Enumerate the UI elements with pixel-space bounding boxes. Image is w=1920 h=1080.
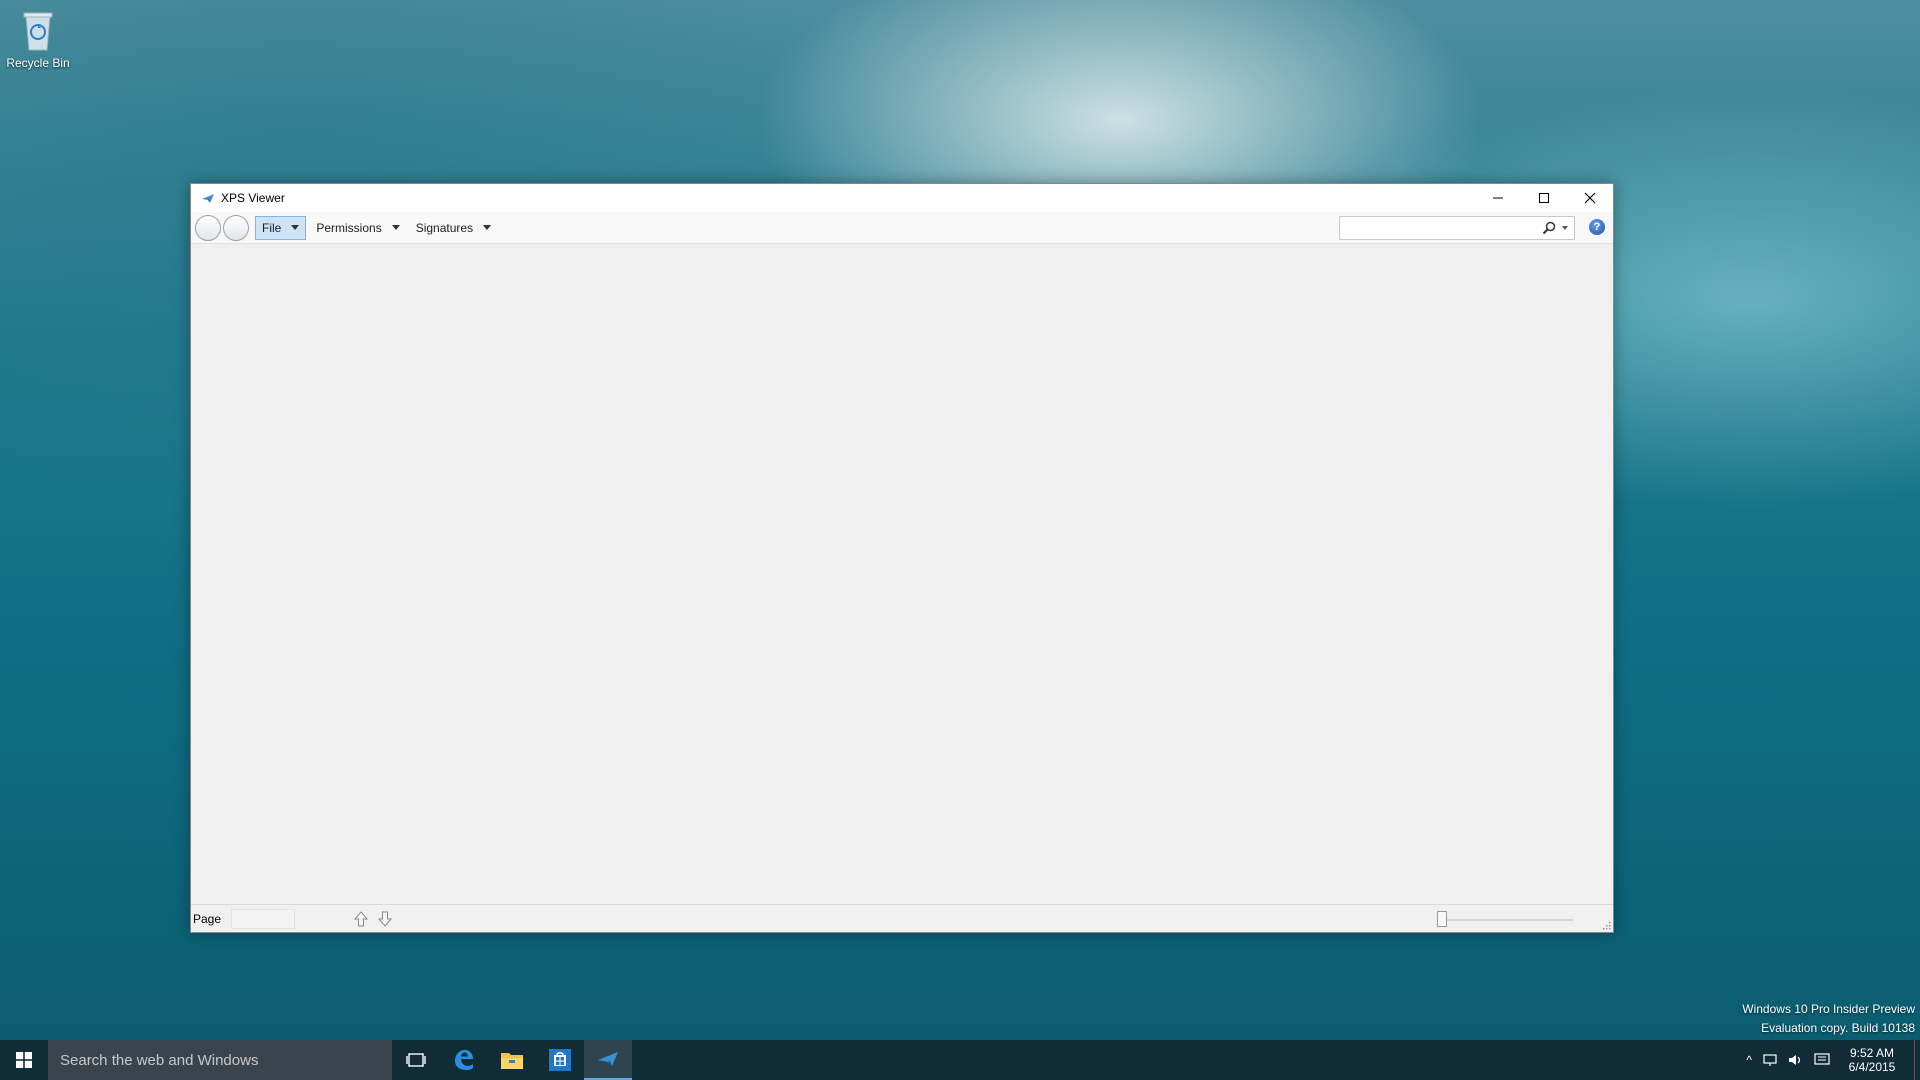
search-box: [1339, 216, 1575, 240]
start-button[interactable]: [0, 1040, 48, 1080]
zoom-slider[interactable]: [1437, 911, 1573, 927]
recycle-bin-icon: [20, 8, 56, 52]
xps-viewer-icon: [202, 194, 214, 203]
watermark-line-1: Windows 10 Pro Insider Preview: [1742, 1002, 1915, 1016]
minimize-button[interactable]: [1475, 184, 1521, 212]
taskbar-edge[interactable]: [440, 1040, 488, 1080]
taskbar-xps-viewer[interactable]: [584, 1040, 632, 1080]
permissions-menu-label: Permissions: [316, 220, 382, 235]
next-page-icon[interactable]: [377, 910, 393, 928]
maximize-button[interactable]: [1521, 184, 1567, 212]
clock-time: 9:52 AM: [1849, 1046, 1895, 1060]
maximize-icon: [1539, 193, 1549, 203]
page-number-field[interactable]: [231, 908, 296, 929]
forward-button[interactable]: [223, 214, 249, 241]
taskbar-search-box[interactable]: Search the web and Windows: [48, 1040, 392, 1080]
chevron-down-icon: [391, 225, 400, 230]
title-bar[interactable]: XPS Viewer: [191, 184, 1613, 212]
network-icon[interactable]: [1762, 1053, 1778, 1067]
volume-icon[interactable]: [1788, 1053, 1804, 1067]
toolbar: File Permissions Signatures ?: [191, 212, 1613, 244]
taskbar-store[interactable]: [536, 1040, 584, 1080]
document-area: [191, 245, 1613, 905]
help-icon[interactable]: ?: [1589, 219, 1605, 235]
os-watermark: Windows 10 Pro Insider Preview Evaluatio…: [1742, 1000, 1915, 1038]
watermark-line-2: Evaluation copy. Build 10138: [1761, 1021, 1915, 1035]
task-view-button[interactable]: [392, 1040, 440, 1080]
taskbar-file-explorer[interactable]: [488, 1040, 536, 1080]
task-view-icon: [406, 1053, 426, 1067]
signatures-menu-label: Signatures: [415, 220, 474, 235]
permissions-menu[interactable]: Permissions: [310, 216, 405, 240]
recycle-bin-label: Recycle Bin: [6, 56, 70, 70]
previous-page-icon[interactable]: [353, 910, 369, 928]
close-button[interactable]: [1567, 184, 1613, 212]
minimize-icon: [1493, 197, 1503, 199]
search-options-dropdown-icon[interactable]: [1562, 226, 1568, 230]
window-title: XPS Viewer: [221, 191, 285, 205]
search-input[interactable]: [1340, 218, 1542, 238]
windows-logo-icon: [16, 1052, 32, 1068]
signatures-menu[interactable]: Signatures: [410, 216, 497, 240]
system-tray: ^ 9:52 AM 6/4/2015: [1746, 1040, 1920, 1080]
search-icon[interactable]: [1542, 221, 1556, 235]
xps-viewer-window: XPS Viewer File Permissions Signatures ?…: [190, 183, 1614, 933]
action-center-icon[interactable]: [1814, 1053, 1830, 1067]
store-icon: [549, 1049, 571, 1071]
back-button[interactable]: [195, 214, 221, 241]
page-label: Page: [193, 911, 222, 926]
status-bar: Page: [191, 904, 1613, 932]
file-explorer-icon: [501, 1053, 523, 1069]
recycle-bin-desktop-icon[interactable]: Recycle Bin: [4, 8, 72, 70]
clock-date: 6/4/2015: [1848, 1060, 1896, 1074]
close-icon: [1584, 192, 1596, 204]
file-menu-label: File: [262, 220, 282, 235]
resize-grip-icon[interactable]: [1603, 922, 1611, 930]
file-menu[interactable]: File: [255, 215, 307, 240]
taskbar-search-placeholder: Search the web and Windows: [60, 1051, 259, 1069]
chevron-down-icon: [291, 225, 300, 230]
zoom-slider-thumb[interactable]: [1437, 911, 1447, 927]
taskbar: Search the web and Windows ^ 9:52 AM 6/4…: [0, 1040, 1920, 1080]
xps-viewer-icon: [598, 1052, 618, 1066]
edge-icon: [455, 1050, 473, 1070]
zoom-slider-track: [1437, 919, 1573, 921]
system-clock[interactable]: 9:52 AM 6/4/2015: [1842, 1046, 1902, 1074]
show-desktop-button[interactable]: [1914, 1040, 1920, 1080]
chevron-up-icon[interactable]: ^: [1746, 1053, 1752, 1067]
chevron-down-icon: [483, 225, 492, 230]
